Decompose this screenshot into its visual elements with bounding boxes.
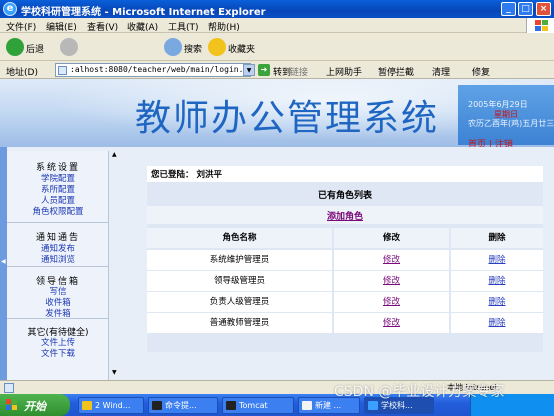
taskbar-item-cmd[interactable]: 命令提... [148,397,218,414]
column-header-delete: 删除 [451,228,543,248]
login-user: 刘洪平 [196,170,222,180]
nav-group-leader-mailbox: 领导信箱 写信 收件箱 发件箱 [7,267,109,319]
address-bar: 地址(D) :alhost:8080/teacher/web/main/logi… [0,61,554,79]
nav-group-notices: 通知通告 通知发布 通知浏览 [7,223,109,267]
nav-collapse-bar[interactable]: ◀ [0,147,7,380]
menu-help[interactable]: 帮助(H) [208,20,240,33]
go-button[interactable]: 转到 [273,65,291,78]
block-popup-button[interactable]: 暂停拦截 [378,65,414,78]
windows-logo-icon [526,18,554,33]
scroll-up-arrow-icon[interactable]: ▲ [112,151,117,158]
nav-item-file-download[interactable]: 文件下载 [7,347,109,359]
edit-role-link[interactable]: 修改 [383,255,400,265]
close-button[interactable]: × [536,2,551,16]
search-button[interactable]: 搜索 [164,38,204,56]
folder-icon [82,401,92,410]
delete-role-link[interactable]: 删除 [488,318,505,328]
table-row: 负责人级管理员 修改 删除 [147,292,543,312]
watermark-text: CSDN @毕业设计方案专家 [334,384,505,400]
nav-group-others: 其它(有待健全) 文件上传 文件下载 [7,319,109,359]
browser-viewport: 教师办公管理系统 2005年6月29日 星期日 农历乙酉年(鸡)五月廿三 首页 … [0,79,554,380]
page-status-icon [4,383,14,393]
role-name-cell: 负责人级管理员 [147,292,332,312]
back-arrow-icon [6,38,24,56]
role-name-cell: 系统维护管理员 [147,250,332,270]
role-list-title: 已有角色列表 [317,191,372,201]
start-label: 开始 [24,400,46,413]
main-panel: 您已登陆： 刘洪平 已有角色列表 添加角色 角色名称 修改 删除 系统维护管理员… [147,166,543,352]
nav-item-outbox[interactable]: 发件箱 [7,307,109,319]
minimize-button[interactable]: _ [501,2,516,16]
date-panel: 2005年6月29日 星期日 农历乙酉年(鸡)五月廿三 首页 | 注销 [458,85,554,150]
role-name-cell: 领导级管理员 [147,271,332,291]
taskbar-item-tomcat[interactable]: Tomcat [222,397,294,414]
edit-role-link[interactable]: 修改 [383,318,400,328]
forward-arrow-icon [60,38,78,56]
online-helper-button[interactable]: 上网助手 [326,65,362,78]
lunar-date-text: 农历乙酉年(鸡)五月廿三 [468,119,554,128]
menu-favorites[interactable]: 收藏(A) [127,20,158,33]
windows-flag-icon [6,399,18,411]
clean-button[interactable]: 清理 [432,65,450,78]
delete-role-link[interactable]: 删除 [488,276,505,286]
taskbar-item-explorer[interactable]: 2 Wind... [78,397,144,414]
back-label: 后退 [26,45,45,55]
nav-item-browse-notice[interactable]: 通知浏览 [7,253,109,265]
add-role-link[interactable]: 添加角色 [147,209,543,222]
login-label: 您已登陆： [151,170,194,180]
address-dropdown-icon[interactable]: ▼ [243,64,255,76]
maximize-button[interactable]: □ [518,2,533,16]
favorites-star-icon [208,38,226,56]
nav-scrollbar[interactable]: ▲ ▼ [111,151,119,380]
menu-edit[interactable]: 编辑(E) [46,20,77,33]
edit-role-link[interactable]: 修改 [383,297,400,307]
nav-item-role-permission-config[interactable]: 角色权限配置 [7,205,109,217]
go-arrow-icon[interactable]: ➜ [258,64,270,76]
forward-button[interactable] [60,38,82,56]
menu-tools[interactable]: 工具(T) [168,20,199,33]
search-label: 搜索 [184,45,203,55]
delete-role-link[interactable]: 删除 [488,255,505,265]
address-input[interactable]: :alhost:8080/teacher/web/main/login.cgi [55,63,251,77]
menu-view[interactable]: 查看(V) [87,20,118,33]
page-banner: 教师办公管理系统 2005年6月29日 星期日 农历乙酉年(鸡)五月廿三 首页 … [0,79,554,150]
search-icon [164,38,182,56]
address-value: :alhost:8080/teacher/web/main/login.cgi [70,65,251,74]
document-icon [302,401,312,410]
edit-role-link[interactable]: 修改 [383,276,400,286]
role-name-cell: 普通教师管理员 [147,313,332,333]
console-icon [226,401,236,410]
delete-role-link[interactable]: 删除 [488,297,505,307]
ie-logo-icon: e [3,2,17,16]
window-title: 学校科研管理系统 - Microsoft Internet Explorer [21,7,266,18]
back-button[interactable]: 后退 [6,38,54,56]
scroll-down-arrow-icon[interactable]: ▼ [112,369,117,376]
links-label[interactable]: 链接 [290,65,308,78]
column-header-role-name: 角色名称 [147,228,332,248]
table-header-row: 角色名称 修改 删除 [147,228,543,248]
nav-group-system-settings: 系统设置 学院配置 系所配置 人员配置 角色权限配置 [7,151,109,223]
table-row: 普通教师管理员 修改 删除 [147,313,543,333]
start-button[interactable]: 开始 [0,394,70,416]
table-row: 领导级管理员 修改 删除 [147,271,543,291]
address-label: 地址(D) [6,68,38,78]
system-title: 教师办公管理系统 [135,98,440,139]
window-title-bar[interactable]: e 学校科研管理系统 - Microsoft Internet Explorer… [0,0,554,18]
ie-icon [368,401,378,410]
column-header-edit: 修改 [334,228,449,248]
repair-button[interactable]: 修复 [472,65,490,78]
console-icon [152,401,162,410]
menu-bar: 文件(F) 编辑(E) 查看(V) 收藏(A) 工具(T) 帮助(H) [0,18,554,33]
left-navigation: 系统设置 学院配置 系所配置 人员配置 角色权限配置 通知通告 通知发布 通知浏… [7,151,109,380]
page-icon [58,66,67,75]
toolbar: 后退 搜索 收藏夹 [0,33,554,88]
login-info-bar: 您已登陆： 刘洪平 [147,166,543,182]
favorites-button[interactable]: 收藏夹 [208,38,258,56]
collapse-arrow-icon: ◀ [1,258,6,265]
favorites-label: 收藏夹 [228,45,256,55]
table-row: 系统维护管理员 修改 删除 [147,250,543,270]
menu-file[interactable]: 文件(F) [6,20,36,33]
